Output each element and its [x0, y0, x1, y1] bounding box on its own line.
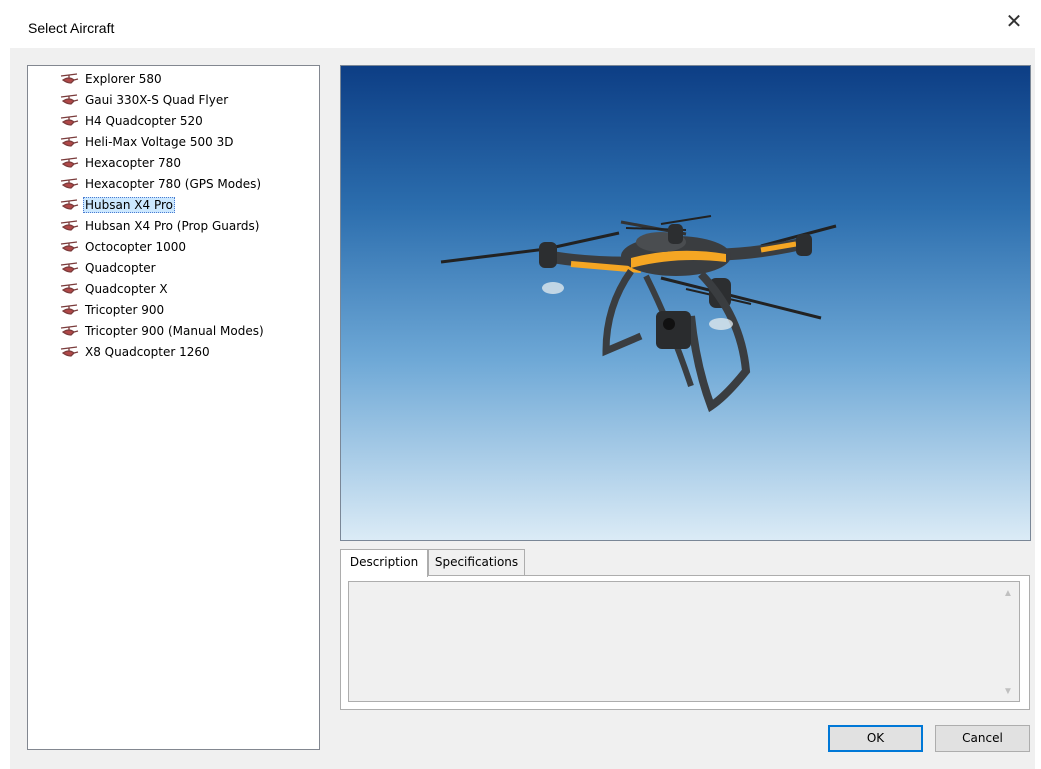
tree-item[interactable]: Gaui 330X-S Quad Flyer [59, 90, 230, 110]
helicopter-icon [60, 220, 79, 231]
tree-item[interactable]: H4 Quadcopter 520 [59, 111, 205, 131]
description-text-area[interactable]: ▲ ▼ [348, 581, 1020, 702]
helicopter-icon [60, 94, 79, 105]
aircraft-tree[interactable]: Explorer 580 Gaui 330X-S Quad Flyer H4 Q… [27, 65, 320, 750]
tree-item-label: Tricopter 900 [85, 303, 165, 317]
tree-item-label: Heli-Max Voltage 500 3D [85, 135, 234, 149]
close-icon[interactable]: ✕ [999, 8, 1029, 36]
helicopter-icon [60, 283, 79, 294]
aircraft-preview-3d[interactable] [340, 65, 1031, 541]
tree-item[interactable]: Tricopter 900 [59, 300, 166, 320]
tab-specifications[interactable]: Specifications [428, 549, 525, 575]
tree-item[interactable]: Explorer 580 [59, 69, 164, 89]
helicopter-icon [60, 304, 79, 315]
drone-render [440, 215, 837, 413]
tree-item-selected[interactable]: Hubsan X4 Pro [59, 195, 175, 215]
tree-item-label: Tricopter 900 (Manual Modes) [85, 324, 264, 338]
tab-panel: ▲ ▼ [340, 575, 1030, 710]
select-aircraft-dialog: Select Aircraft ✕ Explorer 580 Gaui 330X… [0, 0, 1041, 769]
helicopter-icon [60, 115, 79, 126]
tree-item[interactable]: Quadcopter [59, 258, 158, 278]
ok-button[interactable]: OK [828, 725, 923, 752]
helicopter-icon [60, 73, 79, 84]
helicopter-icon [60, 136, 79, 147]
tree-item[interactable]: Quadcopter X [59, 279, 170, 299]
helicopter-icon [60, 199, 79, 210]
tree-item[interactable]: Hexacopter 780 (GPS Modes) [59, 174, 263, 194]
helicopter-icon [60, 325, 79, 336]
helicopter-icon [60, 262, 79, 273]
tree-item-label: Hubsan X4 Pro (Prop Guards) [85, 219, 260, 233]
tree-item-label: Quadcopter X [85, 282, 168, 296]
tree-item-label: Hubsan X4 Pro [83, 197, 175, 213]
tree-item-label: Octocopter 1000 [85, 240, 187, 254]
tree-item-label: Gaui 330X-S Quad Flyer [85, 93, 229, 107]
helicopter-icon [60, 178, 79, 189]
tree-item-label: X8 Quadcopter 1260 [85, 345, 210, 359]
title-bar: Select Aircraft ✕ [10, 0, 1035, 48]
window-border-left [0, 0, 10, 769]
tree-item-label: Explorer 580 [85, 72, 162, 86]
tree-item[interactable]: Hexacopter 780 [59, 153, 183, 173]
window-title: Select Aircraft [28, 20, 115, 36]
tree-item-label: Quadcopter [85, 261, 156, 275]
helicopter-icon [60, 346, 79, 357]
tree-item-label: Hexacopter 780 (GPS Modes) [85, 177, 262, 191]
tab-description[interactable]: Description [340, 549, 428, 577]
tree-item[interactable]: Hubsan X4 Pro (Prop Guards) [59, 216, 261, 236]
scroll-down-icon[interactable]: ▼ [1001, 686, 1015, 697]
tree-item-label: H4 Quadcopter 520 [85, 114, 203, 128]
helicopter-icon [60, 157, 79, 168]
tree-item-label: Hexacopter 780 [85, 156, 181, 170]
helicopter-icon [60, 241, 79, 252]
scroll-up-icon[interactable]: ▲ [1001, 588, 1015, 599]
cancel-button[interactable]: Cancel [935, 725, 1030, 752]
window-border-right [1035, 0, 1041, 769]
tree-item[interactable]: Octocopter 1000 [59, 237, 188, 257]
tree-item[interactable]: X8 Quadcopter 1260 [59, 342, 212, 362]
tree-item[interactable]: Tricopter 900 (Manual Modes) [59, 321, 266, 341]
tree-item[interactable]: Heli-Max Voltage 500 3D [59, 132, 235, 152]
